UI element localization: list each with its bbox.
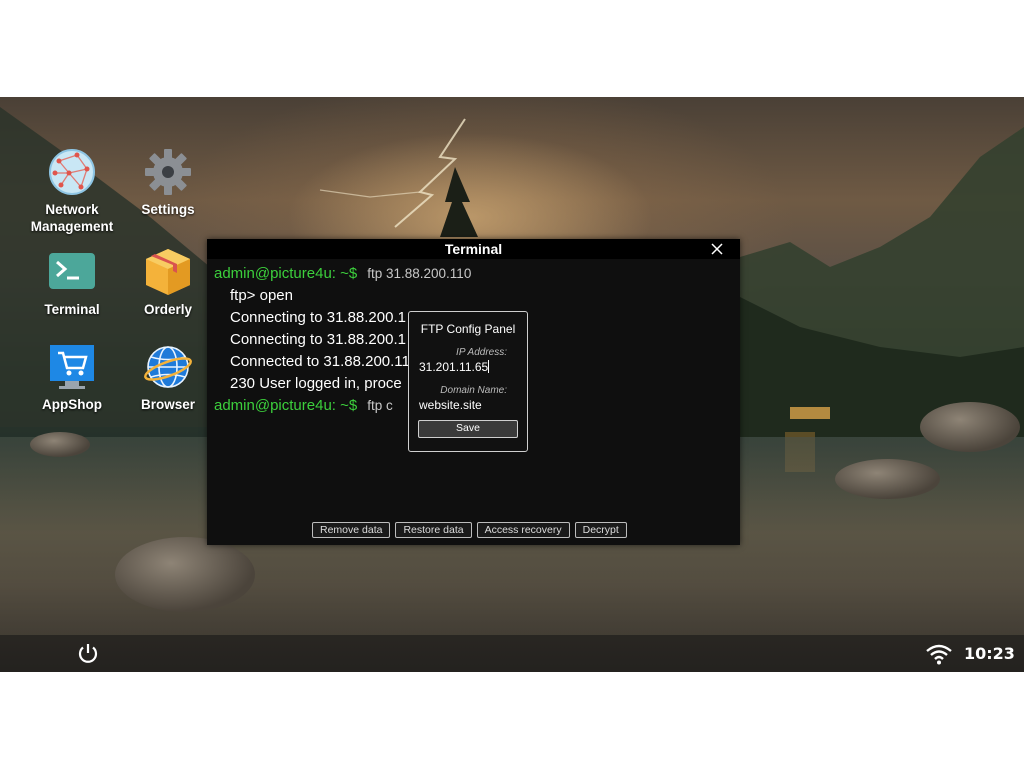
globe-browser-icon	[143, 342, 193, 392]
power-icon[interactable]	[76, 641, 100, 665]
text-cursor	[488, 360, 490, 373]
desktop-icon-label: Orderly	[143, 302, 193, 317]
access-recovery-button[interactable]: Access recovery	[476, 522, 570, 538]
desktop-screen: Network Management Settings Terminal Ord…	[0, 97, 1024, 672]
ip-address-field-wrap: 31.201.11.65	[409, 360, 527, 374]
desktop-icon-label: Browser	[140, 397, 196, 412]
desktop-icon-settings[interactable]: Settings	[120, 147, 216, 218]
shell-command: ftp c	[367, 398, 393, 413]
desktop-icon-terminal[interactable]: Terminal	[24, 247, 120, 318]
close-icon[interactable]	[710, 242, 724, 256]
taskbar: 10:23	[0, 635, 1024, 672]
shopping-cart-icon	[47, 342, 97, 392]
rock	[920, 402, 1020, 452]
rock	[835, 459, 940, 499]
desktop-icon-label: AppShop	[42, 397, 102, 412]
package-box-icon	[143, 247, 193, 297]
save-button[interactable]: Save	[418, 420, 518, 438]
shell-command: ftp 31.88.200.110	[367, 266, 472, 281]
terminal-title-bar[interactable]: Terminal	[207, 239, 740, 259]
decrypt-button[interactable]: Decrypt	[574, 522, 627, 538]
ip-address-value: 31.201.11.65	[419, 360, 489, 374]
clock: 10:23	[964, 644, 1015, 663]
restore-data-button[interactable]: Restore data	[395, 522, 472, 538]
terminal-icon	[47, 247, 97, 297]
shell-prompt: admin@picture4u: ~$	[214, 397, 358, 414]
shell-prompt: admin@picture4u: ~$	[214, 265, 358, 282]
terminal-title: Terminal	[444, 241, 503, 257]
desktop-icon-label: Settings	[141, 202, 195, 217]
domain-name-input[interactable]: website.site	[419, 398, 515, 412]
desktop-icon-label: Terminal	[44, 302, 100, 317]
wifi-icon[interactable]	[925, 643, 953, 665]
desktop-icon-network-management[interactable]: Network Management	[24, 147, 120, 235]
domain-name-label: Domain Name:	[440, 385, 507, 396]
desktop-icon-label: Network Management	[30, 202, 114, 234]
ip-address-input[interactable]: 31.201.11.65	[419, 360, 515, 374]
terminal-line: ftp> open	[230, 287, 293, 304]
desktop-icon-orderly[interactable]: Orderly	[120, 247, 216, 318]
ftp-panel-title: FTP Config Panel	[420, 322, 516, 336]
desktop-icon-browser[interactable]: Browser	[120, 342, 216, 413]
terminal-action-bar: Remove data Restore data Access recovery De…	[312, 518, 632, 538]
rock	[30, 432, 90, 457]
rock	[115, 537, 255, 612]
ip-address-label: IP Address:	[456, 347, 507, 358]
gear-icon	[143, 147, 193, 197]
desktop-icon-appshop[interactable]: AppShop	[24, 342, 120, 413]
remove-data-button[interactable]: Remove data	[312, 522, 391, 538]
network-globe-icon	[47, 147, 97, 197]
terminal-line: admin@picture4u: ~$ ftp 31.88.200.110	[214, 263, 740, 285]
ftp-config-panel[interactable]: FTP Config Panel IP Address: 31.201.11.6…	[408, 311, 528, 452]
